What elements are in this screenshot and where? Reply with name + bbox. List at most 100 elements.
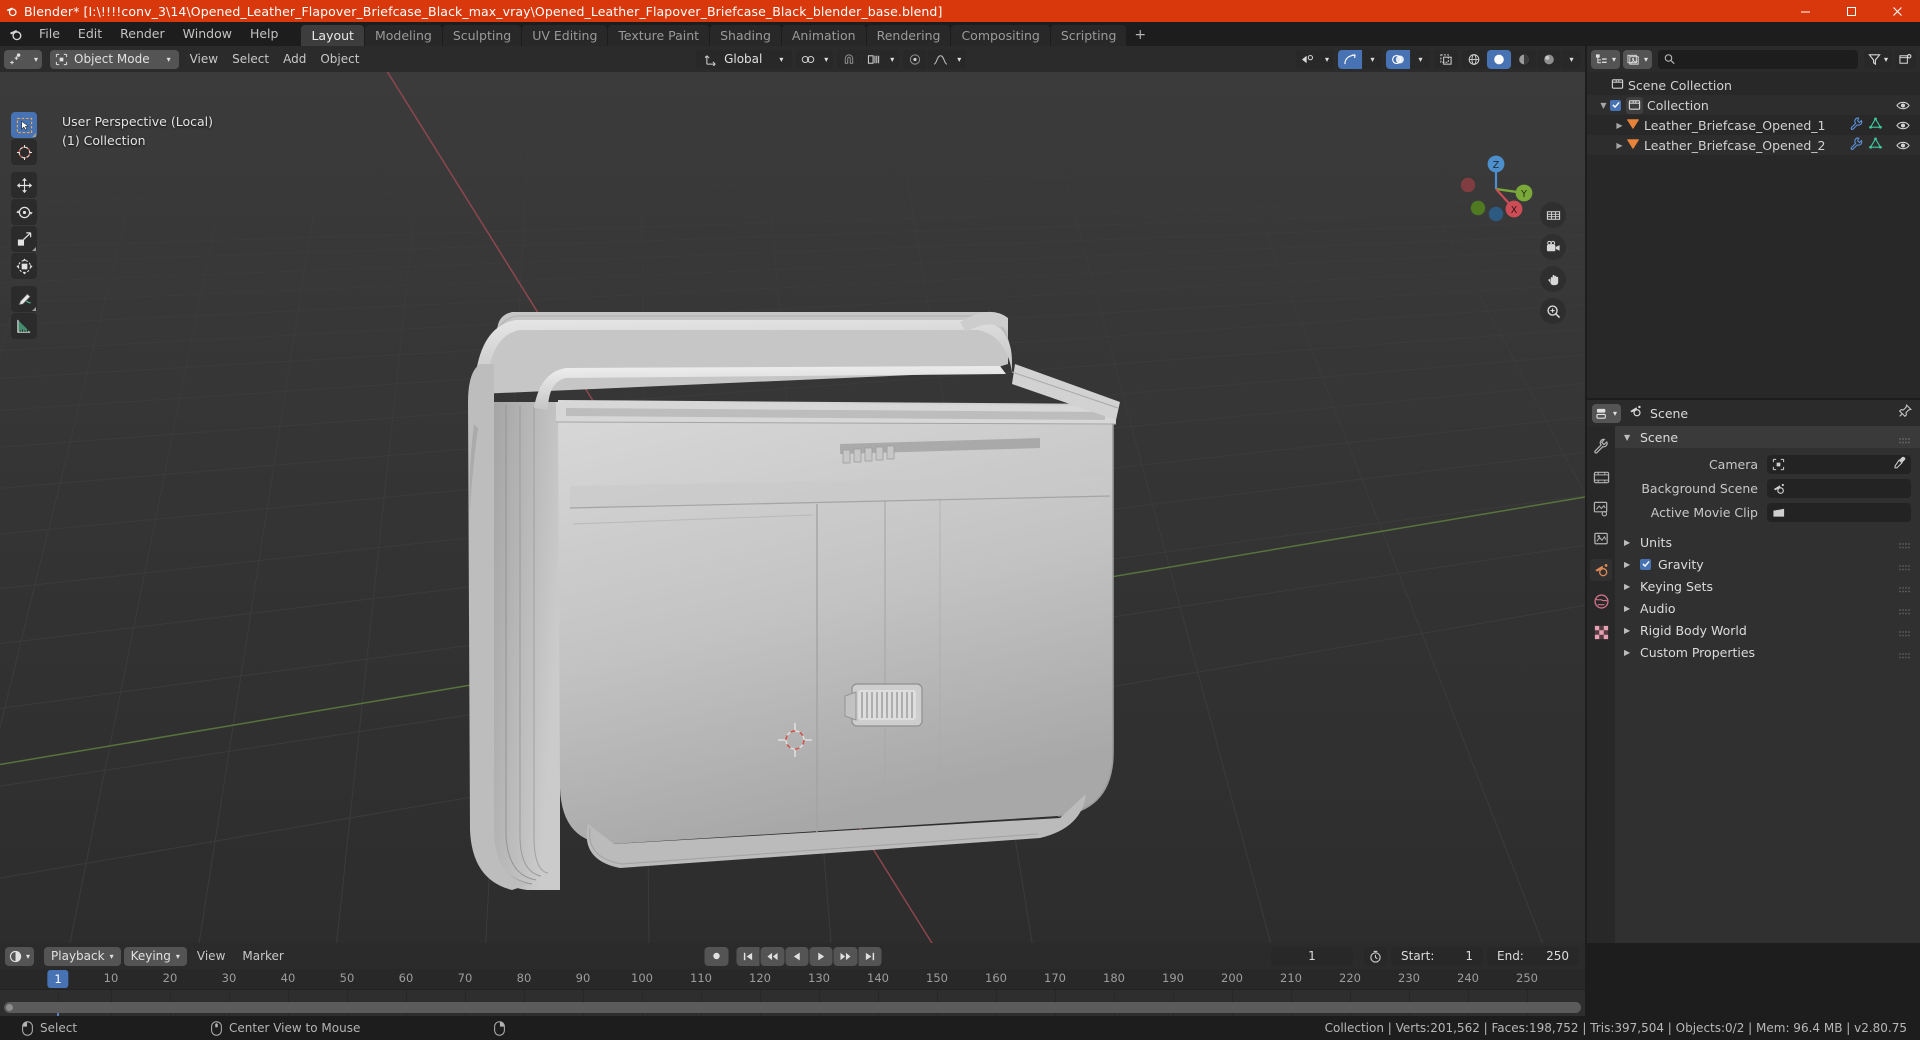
gravity-panel-header[interactable]: ▶ Gravity	[1615, 553, 1920, 575]
jump-to-start-button[interactable]	[736, 946, 759, 966]
collection-visibility-eye-icon[interactable]	[1896, 95, 1910, 115]
viewport-menu-object[interactable]: Object	[313, 50, 366, 69]
keying-sets-panel-header[interactable]: ▶ Keying Sets	[1615, 575, 1920, 597]
start-frame-field[interactable]: Start: 1	[1391, 946, 1483, 966]
outliner-filter-button[interactable]: ▾	[1863, 49, 1892, 69]
overlay-options-dropdown[interactable]: ▾	[1411, 49, 1430, 69]
units-panel-header[interactable]: ▶ Units	[1615, 531, 1920, 553]
collection-enable-checkbox[interactable]	[1610, 99, 1621, 111]
toggle-xray-icon[interactable]	[1434, 49, 1458, 69]
toggle-orthographic-icon[interactable]	[1540, 202, 1566, 228]
measure-tool[interactable]	[11, 313, 37, 339]
menu-help[interactable]: Help	[241, 22, 288, 46]
object-2-visibility-eye-icon[interactable]	[1896, 135, 1910, 155]
transform-tool[interactable]	[11, 253, 37, 279]
editor-type-3d-viewport-icon[interactable]: ▾	[4, 49, 42, 69]
overlay-controls[interactable]: ▾	[1386, 49, 1430, 69]
next-keyframe-button[interactable]	[833, 946, 857, 966]
proportional-falloff-dropdown[interactable]: ▾	[928, 49, 967, 69]
visibility-selector[interactable]: ▾	[1296, 49, 1334, 69]
viewport-menu-add[interactable]: Add	[276, 50, 313, 69]
active-movie-clip-field[interactable]	[1767, 503, 1911, 522]
timeline-track-area[interactable]: ›	[0, 990, 1585, 1040]
end-frame-field[interactable]: End: 250	[1487, 946, 1579, 966]
current-frame-field[interactable]: 1	[1271, 946, 1353, 966]
snap-magnet-icon[interactable]	[837, 49, 862, 69]
menu-file[interactable]: File	[30, 22, 69, 46]
add-workspace-button[interactable]: +	[1127, 25, 1153, 46]
view-axis-gizmo[interactable]: Z Y X	[1457, 150, 1535, 228]
modifier-wrench-icon[interactable]	[1850, 117, 1863, 133]
outliner-row-collection[interactable]: ▼ Collection	[1587, 95, 1920, 115]
timeline-menu-marker[interactable]: Marker	[235, 947, 290, 966]
rigid-body-world-panel-header[interactable]: ▶ Rigid Body World	[1615, 619, 1920, 641]
timeline-horizontal-scrollbar[interactable]	[4, 1002, 1581, 1013]
disclosure-triangle-icon[interactable]: ▼	[1597, 101, 1610, 110]
gizmo-controls[interactable]: ▾	[1338, 49, 1382, 69]
menu-edit[interactable]: Edit	[69, 22, 111, 46]
object-1-visibility-eye-icon[interactable]	[1896, 115, 1910, 135]
select-box-tool[interactable]	[11, 112, 37, 138]
tab-compositing[interactable]: Compositing	[951, 25, 1050, 46]
outliner-search-input[interactable]	[1679, 52, 1852, 66]
timeline-ruler[interactable]: 10 20 30 40 50 60 70 80 90 100 110 120 1…	[0, 969, 1585, 990]
world-properties-tab[interactable]	[1590, 590, 1612, 612]
custom-properties-panel-header[interactable]: ▶ Custom Properties	[1615, 641, 1920, 663]
timeline-editor-type-icon[interactable]: ▾	[5, 946, 35, 966]
outliner-row-scene-collection[interactable]: Scene Collection	[1587, 75, 1920, 95]
outliner-row-object-1[interactable]: ▶ Leather_Briefcase_Opened_1	[1587, 115, 1920, 135]
snap-mode-dropdown[interactable]: ▾	[862, 49, 900, 69]
timeline-playhead[interactable]: 1	[47, 970, 69, 988]
tab-animation[interactable]: Animation	[781, 25, 866, 46]
outliner-row-object-2[interactable]: ▶ Leather_Briefcase_Opened_2	[1587, 135, 1920, 155]
zoom-view-icon[interactable]	[1540, 298, 1566, 324]
timeline-menu-playback[interactable]: Playback ▾	[44, 946, 121, 966]
auto-keyframe-record-button[interactable]	[704, 946, 728, 966]
pan-view-icon[interactable]	[1540, 266, 1566, 292]
proportional-editing-controls[interactable]: ▾	[903, 49, 967, 69]
shading-rendered-button[interactable]	[1537, 49, 1561, 69]
xray-toggle[interactable]	[1434, 49, 1458, 69]
pivot-point-selector[interactable]: ▾	[796, 49, 834, 69]
cursor-tool[interactable]	[11, 139, 37, 165]
timeline-menu-view[interactable]: View	[190, 947, 232, 966]
shading-mode-selector[interactable]: ▾	[1462, 49, 1581, 69]
tab-texture-paint[interactable]: Texture Paint	[608, 25, 710, 46]
auto-keying-toggle[interactable]	[1364, 946, 1387, 966]
snapping-controls[interactable]: ▾	[837, 49, 900, 69]
editor-type-selector[interactable]: ▾	[4, 49, 42, 69]
proportional-edit-toggle-icon[interactable]	[903, 49, 928, 69]
tab-rendering[interactable]: Rendering	[866, 25, 951, 46]
outliner-display-mode-icon[interactable]: ▾	[1623, 49, 1653, 69]
outliner-editor-type-icon[interactable]: ▾	[1591, 49, 1621, 69]
rotate-tool[interactable]	[11, 199, 37, 225]
camera-field[interactable]	[1767, 455, 1911, 474]
shading-wireframe-button[interactable]	[1462, 49, 1486, 69]
camera-view-icon[interactable]	[1540, 234, 1566, 260]
mesh-data-icon[interactable]	[1869, 117, 1882, 133]
render-properties-tab[interactable]	[1590, 466, 1612, 488]
minimize-button[interactable]	[1782, 0, 1828, 22]
output-properties-tab[interactable]	[1590, 497, 1612, 519]
menu-window[interactable]: Window	[174, 22, 241, 46]
tab-modeling[interactable]: Modeling	[364, 25, 442, 46]
viewport-menu-view[interactable]: View	[183, 50, 225, 69]
close-button[interactable]	[1874, 0, 1920, 22]
play-button[interactable]	[809, 946, 832, 966]
object-mode-dropdown[interactable]: Object Mode ▾	[50, 49, 179, 69]
pivot-point-icon[interactable]: ▾	[796, 49, 834, 69]
shading-material-preview-button[interactable]	[1512, 49, 1536, 69]
shading-solid-button[interactable]	[1487, 49, 1511, 69]
pin-icon[interactable]	[1898, 404, 1912, 422]
show-gizmo-icon[interactable]	[1338, 49, 1362, 69]
tool-properties-tab[interactable]	[1590, 435, 1612, 457]
tab-shading[interactable]: Shading	[710, 25, 781, 46]
object-visibility-icon[interactable]: ▾	[1296, 49, 1334, 69]
texture-properties-tab[interactable]	[1590, 621, 1612, 643]
scene-properties-tab[interactable]	[1590, 559, 1612, 581]
outliner-search-box[interactable]	[1658, 49, 1858, 69]
properties-editor-type-icon[interactable]: ▾	[1592, 403, 1622, 423]
mesh-data-icon[interactable]	[1869, 137, 1882, 153]
blender-menu-logo-icon[interactable]	[0, 22, 30, 46]
modifier-wrench-icon[interactable]	[1850, 137, 1863, 153]
